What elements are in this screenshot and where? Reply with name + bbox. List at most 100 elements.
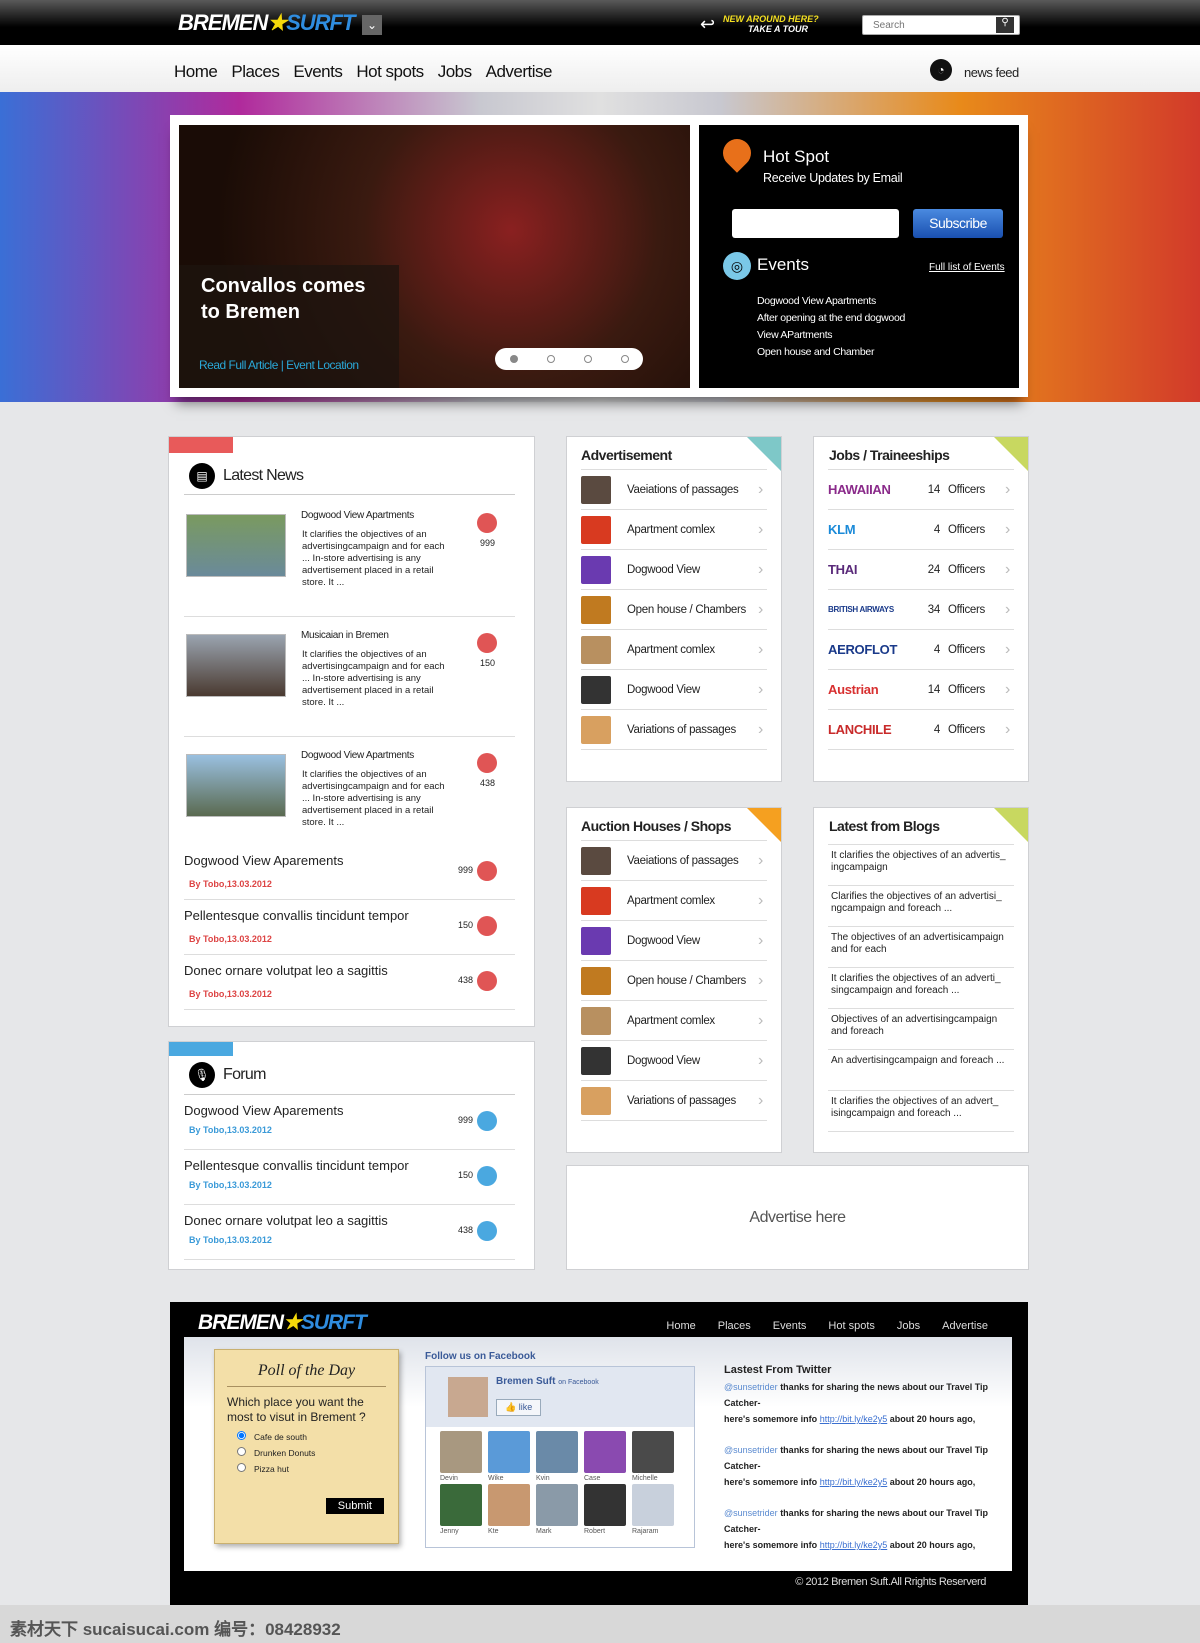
tweet-user-link[interactable]: @sunsetrider <box>724 1508 778 1518</box>
footer-nav-events[interactable]: Events <box>773 1320 807 1332</box>
forum-item[interactable]: Pellentesque convallis tincidunt tempor B… <box>184 1150 515 1205</box>
facebook-page-link[interactable]: Bremen Suft <box>496 1376 555 1387</box>
comment-icon[interactable] <box>477 1111 497 1131</box>
comment-icon[interactable] <box>477 513 497 533</box>
blog-item[interactable]: It clarifies the objectives of an advert… <box>828 845 1014 886</box>
news-thumbnail[interactable] <box>186 514 286 577</box>
tweet-user-link[interactable]: @sunsetrider <box>724 1382 778 1392</box>
job-row[interactable]: Austrian 14 Officers › <box>828 670 1014 710</box>
blog-item[interactable]: It clarifies the objectives of an advert… <box>828 968 1014 1009</box>
fan-avatar[interactable]: Kvin <box>536 1431 580 1482</box>
logo[interactable]: BREMEN★SURFT <box>178 10 355 36</box>
event-item[interactable]: View APartments <box>757 327 905 344</box>
list-item[interactable]: Dogwood View › <box>581 670 767 710</box>
comment-icon[interactable] <box>477 1166 497 1186</box>
job-row[interactable]: THAI 24 Officers › <box>828 550 1014 590</box>
footer-logo[interactable]: BREMEN★SURFT <box>198 1310 367 1335</box>
comment-icon[interactable] <box>477 753 497 773</box>
news-list-item[interactable]: Pellentesque convallis tincidunt tempor B… <box>184 900 515 955</box>
nav-events[interactable]: Events <box>293 62 342 81</box>
list-item[interactable]: Variations of passages › <box>581 1081 767 1121</box>
nav-places[interactable]: Places <box>231 62 280 81</box>
footer-nav-home[interactable]: Home <box>666 1320 695 1332</box>
nav-home[interactable]: Home <box>174 62 218 81</box>
news-feed-link[interactable]: news feed <box>964 65 1019 80</box>
fan-avatar[interactable]: Michelle <box>632 1431 676 1482</box>
poll-radio[interactable] <box>237 1447 246 1456</box>
blog-item[interactable]: Clarifies the objectives of an advertisi… <box>828 886 1014 927</box>
search-icon[interactable]: ⚲ <box>996 17 1014 33</box>
news-list-item[interactable]: Donec ornare volutpat leo a sagittis By T… <box>184 955 515 1010</box>
comment-icon[interactable] <box>477 633 497 653</box>
full-list-events-link[interactable]: Full list of Events <box>929 262 1005 273</box>
footer-nav-places[interactable]: Places <box>718 1320 751 1332</box>
news-thumbnail[interactable] <box>186 754 286 817</box>
rss-icon[interactable]: ◔ <box>930 59 952 81</box>
poll-radio[interactable] <box>237 1463 246 1472</box>
tweet-link[interactable]: http://bit.ly/ke2y5 <box>820 1540 888 1550</box>
fan-avatar[interactable]: Robert <box>584 1484 628 1535</box>
event-item[interactable]: Dogwood View Apartments <box>757 293 905 310</box>
poll-submit-button[interactable]: Submit <box>325 1498 384 1514</box>
nav-hot-spots[interactable]: Hot spots <box>356 62 424 81</box>
list-item[interactable]: Apartment comlex › <box>581 881 767 921</box>
featured-news-item[interactable]: Dogwood View Apartments It clarifies the… <box>184 739 515 857</box>
footer-nav-jobs[interactable]: Jobs <box>897 1320 920 1332</box>
list-item[interactable]: Open house / Chambers › <box>581 961 767 1001</box>
poll-option[interactable]: Pizza hut <box>237 1461 398 1477</box>
slide-dot-3[interactable] <box>583 355 592 363</box>
poll-radio[interactable] <box>237 1431 246 1440</box>
blog-item[interactable]: The objectives of an advertisicampaign a… <box>828 927 1014 968</box>
tweet-link[interactable]: http://bit.ly/ke2y5 <box>820 1414 888 1424</box>
job-row[interactable]: KLM 4 Officers › <box>828 510 1014 550</box>
featured-news-item[interactable]: Musicaian in Bremen It clarifies the obj… <box>184 619 515 737</box>
nav-jobs[interactable]: Jobs <box>438 62 472 81</box>
nav-advertise[interactable]: Advertise <box>486 62 553 81</box>
poll-option[interactable]: Drunken Donuts <box>237 1445 398 1461</box>
list-item[interactable]: Vaeiations of passages › <box>581 841 767 881</box>
email-input[interactable] <box>732 209 899 238</box>
list-item[interactable]: Dogwood View › <box>581 550 767 590</box>
list-item[interactable]: Dogwood View › <box>581 1041 767 1081</box>
like-button[interactable]: 👍 like <box>496 1399 542 1416</box>
take-a-tour-link[interactable]: NEW AROUND HERE? TAKE A TOUR <box>723 14 819 34</box>
list-item[interactable]: Open house / Chambers › <box>581 590 767 630</box>
list-item[interactable]: Apartment comlex › <box>581 1001 767 1041</box>
list-item[interactable]: Variations of passages › <box>581 710 767 750</box>
featured-news-item[interactable]: Dogwood View Apartments It clarifies the… <box>184 499 515 617</box>
news-thumbnail[interactable] <box>186 634 286 697</box>
tweet-link[interactable]: http://bit.ly/ke2y5 <box>820 1477 888 1487</box>
event-item[interactable]: Open house and Chamber <box>757 344 905 361</box>
job-row[interactable]: HAWAIIAN 14 Officers › <box>828 470 1014 510</box>
fan-avatar[interactable]: Case <box>584 1431 628 1482</box>
forum-item[interactable]: Donec ornare volutpat leo a sagittis By T… <box>184 1205 515 1260</box>
blog-item[interactable]: It clarifies the objectives of an advert… <box>828 1091 1014 1132</box>
fan-avatar[interactable]: Rajaram <box>632 1484 676 1535</box>
advertise-here-slot[interactable]: Advertise here <box>566 1165 1029 1270</box>
blog-item[interactable]: Objectives of an advertisingcampaign and… <box>828 1009 1014 1050</box>
slide-dot-1[interactable] <box>509 355 518 363</box>
comment-icon[interactable] <box>477 861 497 881</box>
job-row[interactable]: AEROFLOT 4 Officers › <box>828 630 1014 670</box>
list-item[interactable]: Apartment comlex › <box>581 510 767 550</box>
slide-dot-4[interactable] <box>620 355 629 363</box>
hero-links[interactable]: Read Full Article | Event Location <box>199 358 359 372</box>
slide-dot-2[interactable] <box>546 355 555 363</box>
fan-avatar[interactable]: Jenny <box>440 1484 484 1535</box>
fan-avatar[interactable]: Kte <box>488 1484 532 1535</box>
comment-icon[interactable] <box>477 1221 497 1241</box>
comment-icon[interactable] <box>477 971 497 991</box>
fan-avatar[interactable]: Wike <box>488 1431 532 1482</box>
subscribe-button[interactable]: Subscribe <box>913 209 1003 238</box>
footer-nav-advertise[interactable]: Advertise <box>942 1320 988 1332</box>
list-item[interactable]: Apartment comlex › <box>581 630 767 670</box>
forum-item[interactable]: Dogwood View Aparements By Tobo,13.03.201… <box>184 1095 515 1150</box>
blog-item[interactable]: An advertisingcampaign and foreach ... <box>828 1050 1014 1091</box>
job-row[interactable]: LANCHILE 4 Officers › <box>828 710 1014 750</box>
job-row[interactable]: BRITISH AIRWAYS 34 Officers › <box>828 590 1014 630</box>
footer-nav-hot-spots[interactable]: Hot spots <box>828 1320 874 1332</box>
comment-icon[interactable] <box>477 916 497 936</box>
list-item[interactable]: Vaeiations of passages › <box>581 470 767 510</box>
fan-avatar[interactable]: Mark <box>536 1484 580 1535</box>
event-item[interactable]: After opening at the end dogwood <box>757 310 905 327</box>
